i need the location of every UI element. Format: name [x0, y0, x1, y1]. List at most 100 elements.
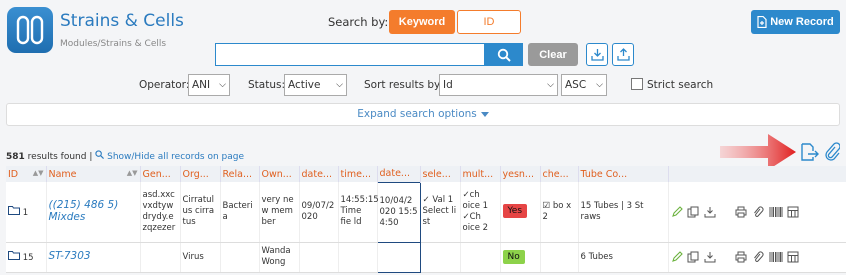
show-hide-records-link[interactable]: Show/Hide all records on page: [107, 152, 244, 162]
app-logo: [7, 7, 53, 53]
barcode-icon[interactable]: [769, 251, 783, 263]
new-record-button[interactable]: New Record: [751, 10, 840, 34]
column-header[interactable]: Org...: [180, 166, 221, 182]
print-icon[interactable]: [735, 251, 747, 263]
table-cell: [299, 242, 339, 273]
folder-icon[interactable]: [8, 205, 20, 215]
page-title: Strains & Cells: [60, 11, 184, 31]
export-file-icon[interactable]: [799, 142, 819, 162]
table-cell-selected[interactable]: 10/04/2 020 15:5 4:50: [376, 181, 421, 243]
sort-value: Id: [443, 79, 453, 91]
attachment-icon[interactable]: [752, 251, 764, 263]
column-header[interactable]: mult...: [460, 166, 501, 182]
column-header[interactable]: Tube Co...: [578, 166, 669, 182]
results-count: 581: [6, 152, 25, 162]
order-value: ASC: [565, 79, 587, 91]
chevron-down-icon: ⌵: [596, 80, 603, 90]
column-header[interactable]: time...: [338, 166, 378, 182]
edit-icon[interactable]: [671, 250, 683, 263]
table-cell: 15 Tubes | 3 St raws: [578, 182, 669, 243]
duplicate-icon[interactable]: [687, 251, 699, 263]
id-cell: 1: [6, 182, 47, 243]
column-header[interactable]: Gen...: [140, 166, 181, 182]
results-summary: 581 results found | Show/Hide all record…: [6, 150, 244, 162]
name-cell[interactable]: ST-7303: [46, 242, 141, 273]
table-cell: 6 Tubes: [578, 242, 669, 273]
table-row[interactable]: 15 ST-7303 Virus Wanda Wong No 6 Tubes: [6, 241, 846, 273]
table-cell: [338, 242, 378, 273]
table-cell: [140, 242, 181, 273]
chevron-down-icon: ⌵: [336, 80, 343, 90]
table-cell-selected[interactable]: [376, 241, 421, 273]
operator-label: Operator:: [139, 79, 190, 91]
table-cell: ☑ bo x 2: [540, 182, 579, 243]
table-cell: [420, 242, 461, 273]
download-icon[interactable]: [704, 251, 716, 263]
duplicate-icon[interactable]: [687, 206, 699, 218]
column-header[interactable]: ID ▲▼: [6, 166, 47, 182]
table-header-row: ID ▲▼ Name ▲▼ Gen... Org... Rela... Own...…: [6, 166, 846, 182]
table-cell: Virus: [180, 242, 221, 273]
column-header[interactable]: date...: [299, 166, 339, 182]
column-header[interactable]: sele...: [420, 166, 461, 182]
column-header[interactable]: Rela...: [220, 166, 260, 182]
strict-search-label: Strict search: [647, 79, 714, 91]
sort-label: Sort results by:: [364, 79, 444, 91]
status-badge: Yes: [502, 204, 528, 219]
search-button[interactable]: [485, 43, 523, 66]
paperclip-icon[interactable]: [824, 142, 840, 162]
expand-search-label: Expand search options: [357, 108, 477, 120]
table-cell: [220, 242, 260, 273]
export-button[interactable]: [612, 43, 634, 66]
status-badge: No: [502, 249, 525, 264]
table-cell: Cirratul us cirra tus: [180, 182, 221, 243]
attachment-icon[interactable]: [752, 206, 764, 218]
search-input[interactable]: [215, 43, 485, 66]
table-cell: [460, 242, 501, 273]
table-cell: [540, 242, 579, 273]
table-cell: ✓ch oice 1 ✓Ch oice 2: [460, 182, 501, 243]
records-table: ID ▲▼ Name ▲▼ Gen... Org... Rela... Own...…: [6, 166, 846, 273]
row-actions: [668, 182, 846, 243]
sort-icon: ▲▼: [32, 168, 44, 177]
search-by-keyword-button[interactable]: Keyword: [389, 10, 455, 34]
column-header[interactable]: date...: [377, 166, 421, 182]
operator-select[interactable]: ANI ⌵: [188, 74, 230, 96]
column-header[interactable]: Own...: [259, 166, 300, 182]
barcode-icon[interactable]: [769, 206, 783, 218]
operator-value: ANI: [192, 79, 211, 91]
import-button[interactable]: [586, 43, 608, 66]
id-cell: 15: [6, 242, 47, 273]
status-label: Status:: [248, 79, 285, 91]
upload-tray-icon: [616, 48, 630, 61]
strict-search-checkbox[interactable]: [631, 78, 643, 90]
sort-select[interactable]: Id ⌵: [439, 74, 558, 96]
results-found-text: results found |: [24, 152, 96, 162]
strains-logo-icon: [16, 15, 44, 45]
caret-down-icon: [480, 111, 489, 117]
status-select[interactable]: Active ⌵: [284, 74, 347, 96]
table-cell: asd.xxc vxdtyw drydy.e zqzezer: [140, 182, 181, 243]
table-row[interactable]: 1 ((215) 486 5) Mixdes asd.xxc vxdtyw dr…: [6, 181, 846, 243]
grid-icon[interactable]: [787, 251, 799, 263]
column-header[interactable]: Name ▲▼: [46, 166, 141, 182]
expand-search-options[interactable]: Expand search options: [6, 103, 840, 126]
status-value: Active: [288, 79, 321, 91]
row-actions: [668, 242, 846, 273]
print-icon[interactable]: [735, 206, 747, 218]
download-icon[interactable]: [704, 206, 716, 218]
clear-button[interactable]: Clear: [528, 43, 578, 66]
name-cell[interactable]: ((215) 486 5) Mixdes: [46, 182, 141, 243]
edit-icon[interactable]: [671, 205, 683, 218]
column-header-actions: [668, 166, 846, 182]
grid-icon[interactable]: [787, 206, 799, 218]
table-cell: 14:55:15 Time fie ld: [338, 182, 379, 243]
breadcrumb: Modules/Strains & Cells: [60, 39, 167, 49]
yesno-cell: Yes: [500, 182, 541, 243]
order-select[interactable]: ASC ⌵: [561, 74, 607, 96]
folder-icon[interactable]: [8, 250, 20, 260]
search-by-id-button[interactable]: ID: [457, 10, 521, 34]
column-header[interactable]: yesn...: [500, 166, 541, 182]
column-header[interactable]: che...: [540, 166, 579, 182]
zoom-icon: [95, 150, 105, 159]
